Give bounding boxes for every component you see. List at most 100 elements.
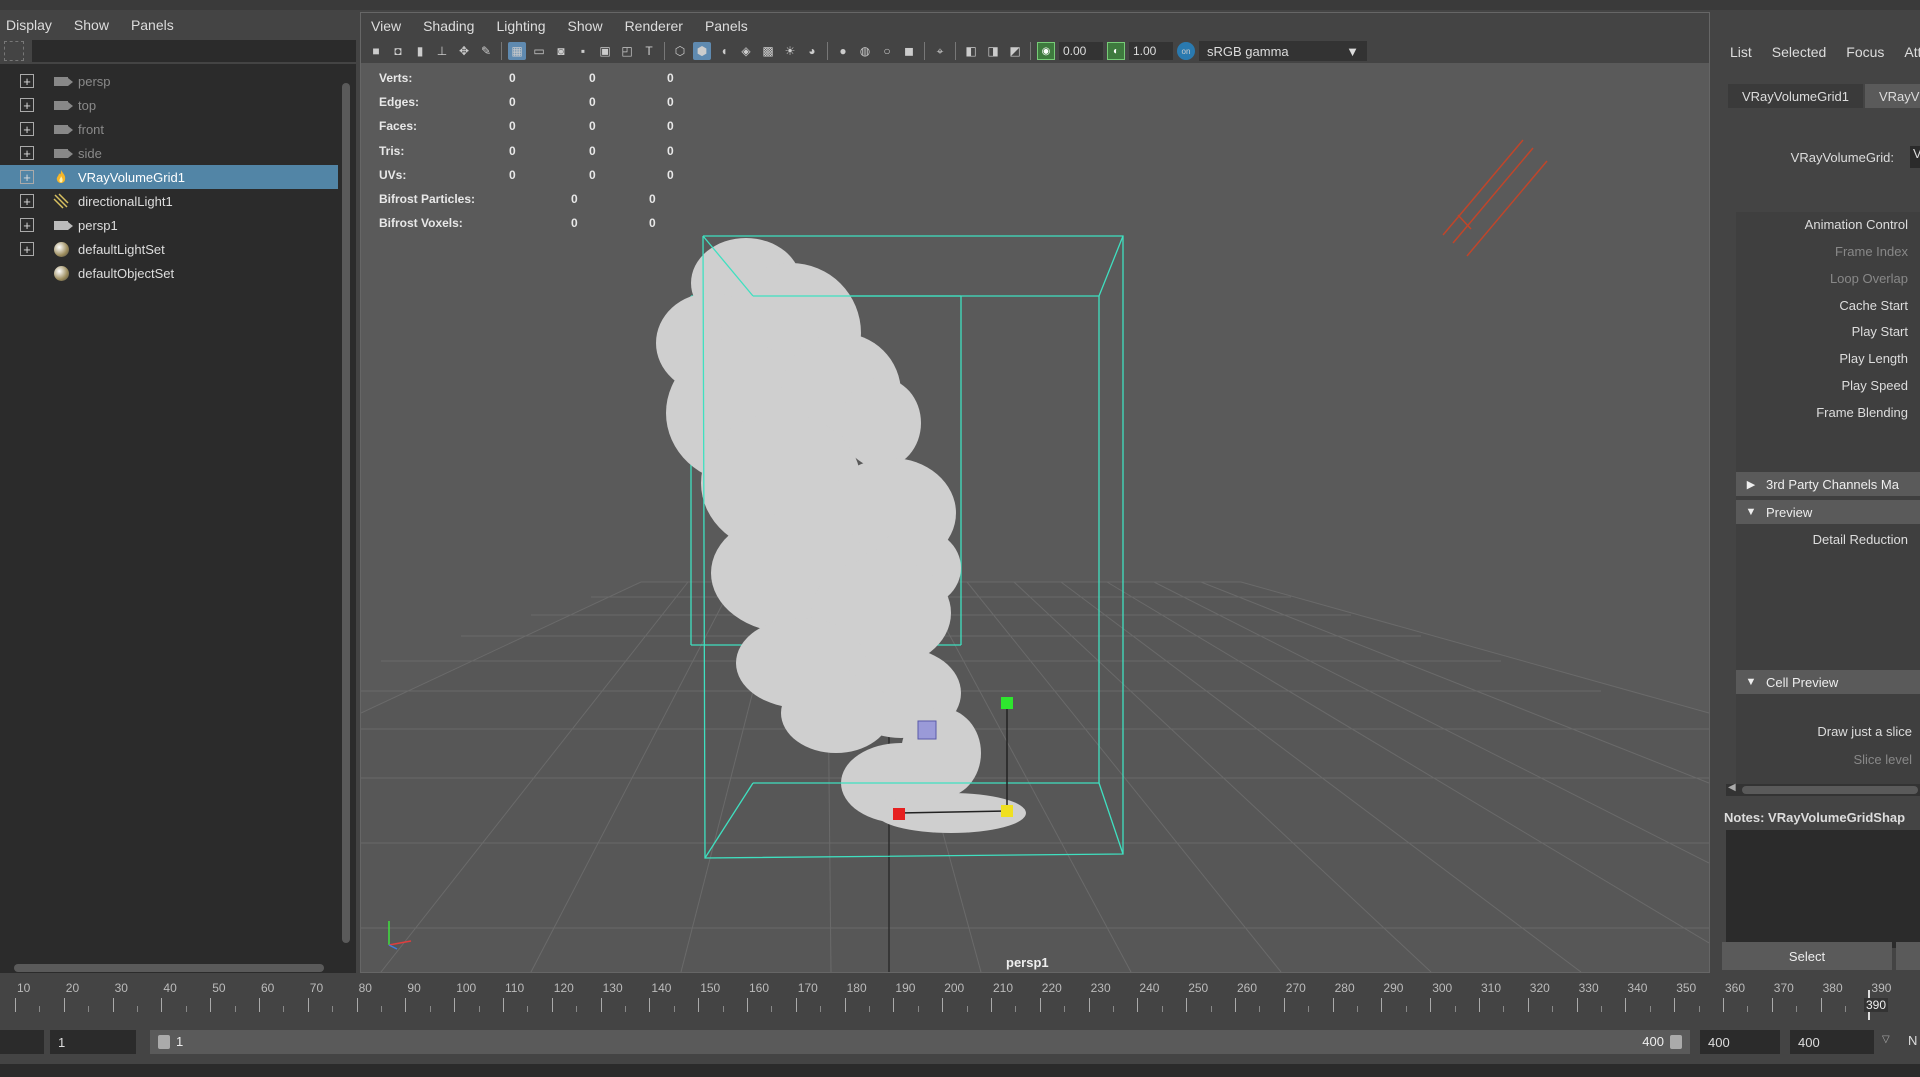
range-end-handle[interactable] (1670, 1035, 1682, 1049)
timeline-minor-tick (478, 1006, 480, 1012)
outliner-item-vrayvolumegrid1[interactable]: + VRayVolumeGrid1 (0, 165, 338, 189)
outliner-list: + persp + top + front + side + VRayVolum… (0, 69, 338, 285)
timeline-tick-label: 250 (1188, 981, 1209, 995)
fire-icon (52, 169, 70, 185)
chevron-down-icon[interactable]: ▽ (1882, 1034, 1890, 1045)
outliner-vertical-scrollbar[interactable] (340, 69, 352, 961)
section-3rd-party-channels[interactable]: ▶ 3rd Party Channels Ma (1736, 472, 1920, 496)
command-line-strip (0, 1064, 1920, 1077)
end-time-field[interactable]: 400 (1700, 1030, 1780, 1054)
timeline-minor-tick (820, 1006, 822, 1012)
outliner-item-persp[interactable]: + persp (0, 69, 338, 93)
outliner-item-defaultlightset[interactable]: + defaultLightSet (0, 237, 338, 261)
filter-icon[interactable] (4, 41, 24, 61)
range-left-field[interactable] (0, 1030, 44, 1054)
outliner-item-top[interactable]: + top (0, 93, 338, 117)
timeline-tick-label: 380 (1822, 981, 1843, 995)
expand-icon[interactable]: + (20, 170, 34, 184)
timeline-minor-tick (1601, 1006, 1602, 1012)
outliner-menu-show[interactable]: Show (74, 17, 109, 33)
expand-icon[interactable]: + (20, 242, 34, 256)
viewport-panel[interactable]: View Shading Lighting Show Renderer Pane… (360, 12, 1710, 973)
timeline-tick-label: 80 (358, 981, 372, 995)
timeline-minor-tick (771, 1006, 773, 1012)
hud-label: Bifrost Voxels: (379, 216, 463, 231)
z-axis-handle[interactable] (1001, 805, 1013, 817)
expand-icon[interactable]: + (20, 98, 34, 112)
center-handle[interactable] (917, 720, 937, 740)
section-cell-preview[interactable]: ▼ Cell Preview (1736, 670, 1920, 694)
expand-icon[interactable]: + (20, 74, 34, 88)
timeline-minor-tick (1015, 1006, 1017, 1012)
timeline-minor-tick (1308, 1006, 1310, 1012)
chevron-down-icon: ▼ (1745, 676, 1757, 688)
hud-row-faces: Faces: 0 0 0 (379, 119, 699, 143)
attr-menu-selected[interactable]: Selected (1772, 44, 1826, 60)
timeline-major-tick (698, 998, 700, 1012)
animation-end-field[interactable]: 400 (1790, 1030, 1874, 1054)
timeline-major-tick (1088, 998, 1090, 1012)
attr-menu-list[interactable]: List (1730, 44, 1752, 60)
hud-value: 0 (589, 95, 596, 110)
timeline-major-tick (795, 998, 797, 1012)
timeline-major-tick (1332, 998, 1334, 1012)
hud-value: 0 (667, 119, 674, 134)
x-axis-handle[interactable] (893, 808, 905, 820)
attr-menu-attributes[interactable]: Attri (1904, 44, 1920, 60)
hud-value: 0 (589, 167, 596, 182)
outliner-horizontal-scrollbar[interactable] (0, 962, 336, 974)
directional-light-gizmo[interactable] (1442, 139, 1548, 257)
outliner-item-defaultobjectset[interactable]: defaultObjectSet (0, 261, 338, 285)
expand-icon[interactable]: + (20, 218, 34, 232)
scrollbar-thumb[interactable] (342, 83, 350, 943)
expand-icon[interactable]: + (20, 194, 34, 208)
attr-menu-focus[interactable]: Focus (1846, 44, 1884, 60)
start-time-field[interactable]: 1 (50, 1030, 136, 1054)
outliner-menu-display[interactable]: Display (6, 17, 52, 33)
expand-icon[interactable]: + (20, 122, 34, 136)
outliner-menu-panels[interactable]: Panels (131, 17, 174, 33)
attribute-editor-panel: List Selected Focus Attri VRayVolumeGrid… (1714, 12, 1920, 973)
hud-label: Bifrost Particles: (379, 191, 476, 206)
outliner-item-side[interactable]: + side (0, 141, 338, 165)
timeline-tick-label: 340 (1627, 981, 1648, 995)
select-button[interactable]: Select (1722, 942, 1892, 970)
range-slider[interactable]: 1 400 (150, 1030, 1690, 1054)
set-icon (52, 265, 70, 281)
outliner-item-directionallight1[interactable]: + directionalLight1 (0, 189, 338, 213)
timeline-tick-label: 180 (846, 981, 867, 995)
range-start-handle[interactable] (158, 1035, 170, 1049)
timeline-major-tick (1430, 998, 1432, 1012)
attr-horizontal-scrollbar[interactable]: ◀ (1726, 782, 1920, 796)
range-slider-end: 400 (1642, 1034, 1664, 1049)
outliner-item-front[interactable]: + front (0, 117, 338, 141)
attr-play-speed: Play Speed (1841, 378, 1909, 393)
tab-vrayvolumegrid1[interactable]: VRayVolumeGrid1 (1728, 84, 1863, 108)
outliner-item-persp1[interactable]: + persp1 (0, 213, 338, 237)
time-slider[interactable]: 10 20 30 40 50 60 70 80 90 100 110 120 130 140 150 160 1… (0, 976, 1920, 1024)
timeline-minor-tick (1161, 1006, 1163, 1012)
node-name-field[interactable]: V (1910, 146, 1920, 168)
section-preview[interactable]: ▼ Preview (1736, 500, 1920, 524)
tab-vrayvolumegridshape[interactable]: VRayV (1864, 84, 1920, 108)
hud-label: UVs: (379, 167, 407, 182)
timeline-tick-label: 290 (1383, 981, 1404, 995)
timeline-major-tick (893, 998, 895, 1012)
camera-icon (52, 73, 73, 89)
hud-value: 0 (509, 95, 516, 110)
y-axis-handle[interactable] (1001, 697, 1013, 709)
expand-icon[interactable]: + (20, 146, 34, 160)
timeline-major-tick (259, 998, 260, 1012)
notes-textarea[interactable] (1726, 830, 1920, 948)
attr-play-length: Play Length (1839, 351, 1908, 366)
hud-label: Edges: (379, 95, 420, 110)
load-attributes-button[interactable] (1896, 942, 1920, 970)
outliner-item-label: persp1 (78, 217, 118, 233)
outliner-search-input[interactable] (31, 40, 356, 62)
camera-icon (52, 121, 73, 137)
hud-row-bifrost-particles: Bifrost Particles: 0 0 (379, 192, 699, 216)
scrollbar-thumb[interactable] (14, 964, 324, 972)
timeline-major-tick (112, 998, 114, 1012)
scroll-left-icon[interactable]: ◀ (1728, 782, 1736, 793)
scrollbar-thumb[interactable] (1742, 786, 1918, 794)
